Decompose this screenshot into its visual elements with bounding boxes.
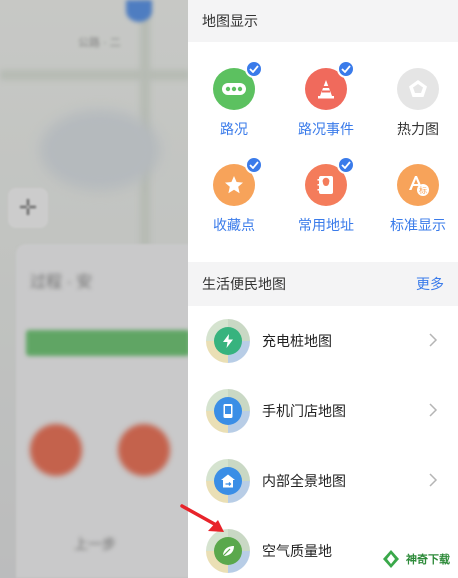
list-item-label: 空气质量地: [262, 543, 332, 559]
star-icon: [213, 156, 263, 206]
more-link[interactable]: 更多: [416, 274, 444, 294]
chevron-right-icon: [429, 403, 438, 417]
checked-icon: [245, 156, 263, 174]
checked-icon: [337, 156, 355, 174]
toggle-favorites[interactable]: 收藏点: [194, 156, 274, 235]
life-maps-title: 生活便民地图: [202, 276, 286, 292]
background-map: 公路 · 二 ✛ 过程 · 安 上一步: [0, 0, 190, 578]
map-display-title: 地图显示: [202, 13, 258, 29]
heatmap-pentagon-icon: [397, 68, 439, 110]
tile-label: 路况: [220, 121, 248, 137]
map-display-header: 地图显示: [188, 0, 458, 42]
map-layers-drawer: 地图显示 路况 路况事件 热力图 收藏点 常用地址 标 标准显示 生活便民地图 …: [188, 0, 458, 578]
list-item-label: 手机门店地图: [262, 403, 346, 419]
list-item-phone-store-map[interactable]: 手机门店地图: [188, 376, 458, 446]
toggle-traffic-events[interactable]: 路况事件: [286, 60, 366, 139]
chevron-right-icon: [429, 473, 438, 487]
toggle-traffic[interactable]: 路况: [194, 60, 274, 139]
toggle-heatmap[interactable]: 热力图: [378, 68, 458, 139]
tile-label: 路况事件: [298, 121, 354, 137]
list-item-label: 内部全景地图: [262, 473, 346, 489]
tile-label: 常用地址: [298, 217, 354, 233]
list-item-charging-map[interactable]: 充电桩地图: [188, 306, 458, 376]
map-display-grid: 路况 路况事件 热力图 收藏点 常用地址 标 标准显示: [188, 42, 458, 262]
checked-icon: [337, 60, 355, 78]
watermark: 神奇下载: [380, 548, 450, 570]
annotation-arrow-icon: [180, 504, 224, 532]
watermark-logo-icon: [383, 550, 399, 568]
svg-text:标: 标: [419, 185, 427, 195]
list-item-label: 充电桩地图: [262, 333, 332, 349]
tile-label: 热力图: [397, 121, 439, 137]
chevron-right-icon: [429, 333, 438, 347]
toggle-standard-display[interactable]: 标 标准显示: [378, 164, 458, 235]
dim-overlay[interactable]: [0, 0, 190, 578]
tile-label: 标准显示: [390, 217, 446, 233]
charging-pile-icon: [206, 319, 250, 363]
address-book-icon: [305, 156, 355, 206]
phone-store-icon: [206, 389, 250, 433]
checked-icon: [245, 60, 263, 78]
traffic-icon: [213, 60, 263, 110]
panorama-icon: [206, 459, 250, 503]
watermark-text: 神奇下载: [406, 554, 450, 566]
life-maps-header: 生活便民地图 更多: [188, 262, 458, 306]
toggle-common-address[interactable]: 常用地址: [286, 156, 366, 235]
tile-label: 收藏点: [213, 217, 255, 233]
standard-display-icon: 标: [397, 164, 439, 206]
traffic-cone-icon: [305, 60, 355, 110]
